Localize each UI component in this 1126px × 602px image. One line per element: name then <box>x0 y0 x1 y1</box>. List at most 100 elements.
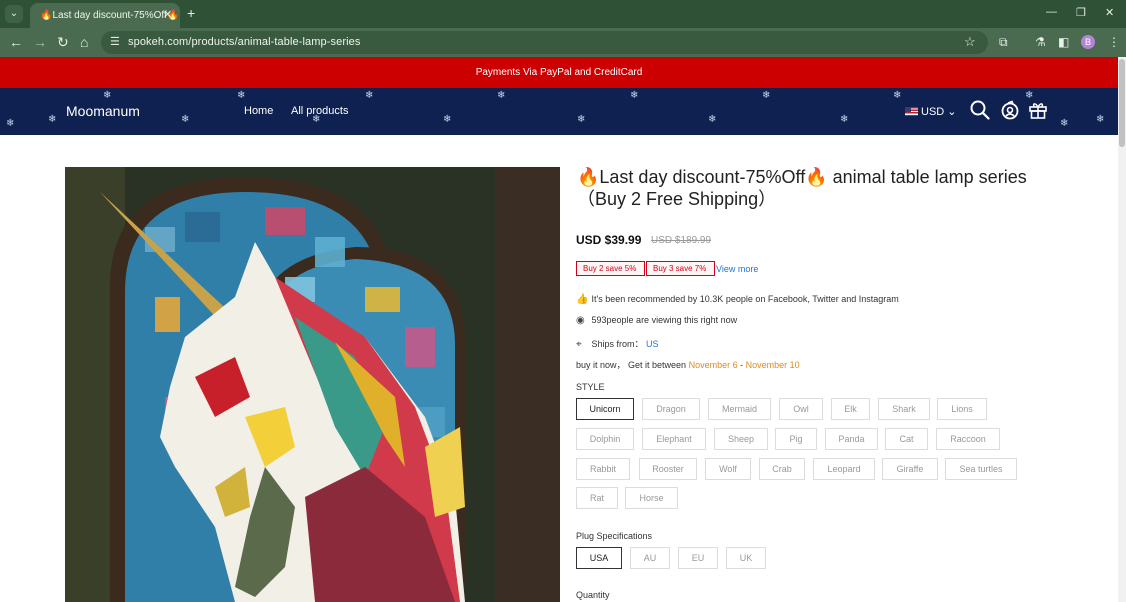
minimize-icon[interactable]: — <box>1046 6 1057 18</box>
recommended-text: It's been recommended by 10.3K people on… <box>591 294 899 304</box>
us-flag-icon <box>905 107 918 116</box>
currency-selector[interactable]: USD ⌄ <box>905 105 957 118</box>
style-option-raccoon[interactable]: Raccoon <box>936 428 1000 450</box>
style-option-leopard[interactable]: Leopard <box>813 458 875 480</box>
reload-icon[interactable]: ↻ <box>57 34 69 51</box>
forward-icon[interactable]: → <box>33 34 47 50</box>
snowflake-icon: ❄ <box>6 118 15 129</box>
style-option-panda[interactable]: Panda <box>825 428 878 450</box>
eye-icon: ◉ <box>576 315 585 326</box>
currency-label: USD <box>921 106 945 118</box>
home-icon[interactable]: ⌂ <box>80 34 88 50</box>
url-field[interactable]: ☰ spokeh.com/products/animal-table-lamp-… <box>101 31 988 54</box>
viewing-text: 593people are viewing this right now <box>591 315 738 325</box>
plug-option-au[interactable]: AU <box>630 547 670 569</box>
snowflake-icon: ❄ <box>443 114 452 125</box>
back-icon[interactable]: ← <box>9 34 23 50</box>
browser-tab-strip: ⌄ 🔥Last day discount-75%Off🔥 ✕ + — ❐ ✕ <box>0 0 1126 28</box>
snowflake-icon: ❄ <box>708 114 717 125</box>
style-option-owl[interactable]: Owl <box>779 398 823 420</box>
style-option-rooster[interactable]: Rooster <box>639 458 697 480</box>
tab-title: 🔥Last day discount-75%Off🔥 <box>40 10 180 21</box>
menu-kebab-icon[interactable]: ⋮ <box>1108 35 1120 49</box>
quantity-label: Quantity <box>576 590 610 600</box>
bookmark-star-icon[interactable]: ☆ <box>964 34 976 50</box>
close-tab-icon[interactable]: ✕ <box>163 8 172 21</box>
labs-icon[interactable]: ⚗ <box>1035 35 1046 49</box>
search-icon[interactable] <box>970 100 990 125</box>
style-option-sea-turtles[interactable]: Sea turtles <box>945 458 1017 480</box>
address-bar-row: ← → ↻ ⌂ ☰ spokeh.com/products/animal-tab… <box>0 28 1126 57</box>
nav-home[interactable]: Home <box>244 105 273 117</box>
style-option-horse[interactable]: Horse <box>625 487 678 509</box>
recommended-line: 👍 It's been recommended by 10.3K people … <box>576 294 899 305</box>
unicorn-lamp-illustration <box>65 167 560 602</box>
location-pin-icon: ⌖ <box>576 339 582 350</box>
delivery-end: November 10 <box>745 360 800 370</box>
ships-line: ⌖ Ships from： US <box>576 337 659 350</box>
site-logo[interactable]: Moomanum <box>66 103 140 119</box>
snowflake-icon: ❄ <box>1060 118 1069 129</box>
style-option-unicorn[interactable]: Unicorn <box>576 398 634 420</box>
style-option-giraffe[interactable]: Giraffe <box>882 458 938 480</box>
style-option-wolf[interactable]: Wolf <box>705 458 751 480</box>
snowflake-icon: ❄ <box>762 90 771 101</box>
style-option-dolphin[interactable]: Dolphin <box>576 428 634 450</box>
plug-option-eu[interactable]: EU <box>678 547 718 569</box>
plug-label: Plug Specifications <box>576 531 653 541</box>
extensions-icon[interactable]: ⧉ <box>999 35 1008 50</box>
view-more-link[interactable]: View more <box>716 264 758 274</box>
style-option-dragon[interactable]: Dragon <box>642 398 700 420</box>
tab-search-icon[interactable]: ⌄ <box>5 5 23 23</box>
delivery-start: November 6 <box>688 360 738 370</box>
thumbs-up-icon: 👍 <box>576 294 589 305</box>
browser-tab[interactable]: 🔥Last day discount-75%Off🔥 ✕ <box>30 3 180 28</box>
page-scrollbar[interactable] <box>1118 57 1126 602</box>
style-option-pig[interactable]: Pig <box>775 428 817 450</box>
snowflake-icon: ❄ <box>630 90 639 101</box>
chevron-down-icon: ⌄ <box>944 106 957 118</box>
close-window-icon[interactable]: ✕ <box>1105 6 1114 19</box>
style-option-crab[interactable]: Crab <box>759 458 805 480</box>
style-label: STYLE <box>576 382 605 392</box>
site-header: ❄ ❄ ❄ ❄ ❄ ❄ ❄ ❄ ❄ ❄ ❄ ❄ ❄ ❄ ❄ ❄ ❄ ❄ Moom… <box>0 88 1118 135</box>
style-option-elephant[interactable]: Elephant <box>642 428 706 450</box>
style-option-shark[interactable]: Shark <box>878 398 930 420</box>
scrollbar-thumb[interactable] <box>1119 59 1125 147</box>
nav-all-products[interactable]: All products <box>291 105 348 117</box>
product-old-price: USD $189.99 <box>651 235 712 246</box>
new-tab-icon[interactable]: + <box>187 5 195 21</box>
snowflake-icon: ❄ <box>103 90 112 101</box>
ships-label: Ships from： <box>591 339 644 349</box>
snowflake-icon: ❄ <box>48 114 57 125</box>
plug-option-usa[interactable]: USA <box>576 547 622 569</box>
snowflake-icon: ❄ <box>1096 114 1105 125</box>
delivery-prefix: buy it now， Get it between <box>576 360 687 370</box>
profile-avatar[interactable]: B <box>1081 35 1095 49</box>
style-option-rat[interactable]: Rat <box>576 487 618 509</box>
viewing-line: ◉ 593people are viewing this right now <box>576 315 737 326</box>
plug-option-uk[interactable]: UK <box>726 547 766 569</box>
style-option-rabbit[interactable]: Rabbit <box>576 458 630 480</box>
style-option-elk[interactable]: Elk <box>831 398 870 420</box>
restore-icon[interactable]: ❐ <box>1076 6 1086 19</box>
url-text: spokeh.com/products/animal-table-lamp-se… <box>128 36 361 48</box>
product-price: USD $39.99 <box>576 233 642 247</box>
snowflake-icon: ❄ <box>181 114 190 125</box>
snowflake-icon: ❄ <box>893 90 902 101</box>
ships-value: US <box>646 339 659 349</box>
product-image-unicorn-lamp[interactable] <box>65 167 560 602</box>
style-option-cat[interactable]: Cat <box>885 428 928 450</box>
site-info-icon[interactable]: ☰ <box>110 35 120 48</box>
announcement-bar: Payments Via PayPal and CreditCard <box>0 57 1118 88</box>
gift-cart-icon[interactable] <box>1028 100 1048 125</box>
delivery-line: buy it now， Get it between November 6 - … <box>576 358 800 371</box>
delivery-separator: - <box>737 360 746 370</box>
style-option-sheep[interactable]: Sheep <box>714 428 768 450</box>
style-option-mermaid[interactable]: Mermaid <box>708 398 771 420</box>
promo-badge: Buy 2 save 5% <box>576 261 646 276</box>
promo-badge: Buy 3 save 7% <box>646 261 716 276</box>
account-icon[interactable] <box>1000 100 1020 125</box>
style-option-lions[interactable]: Lions <box>937 398 987 420</box>
side-panel-icon[interactable]: ◧ <box>1058 35 1069 49</box>
